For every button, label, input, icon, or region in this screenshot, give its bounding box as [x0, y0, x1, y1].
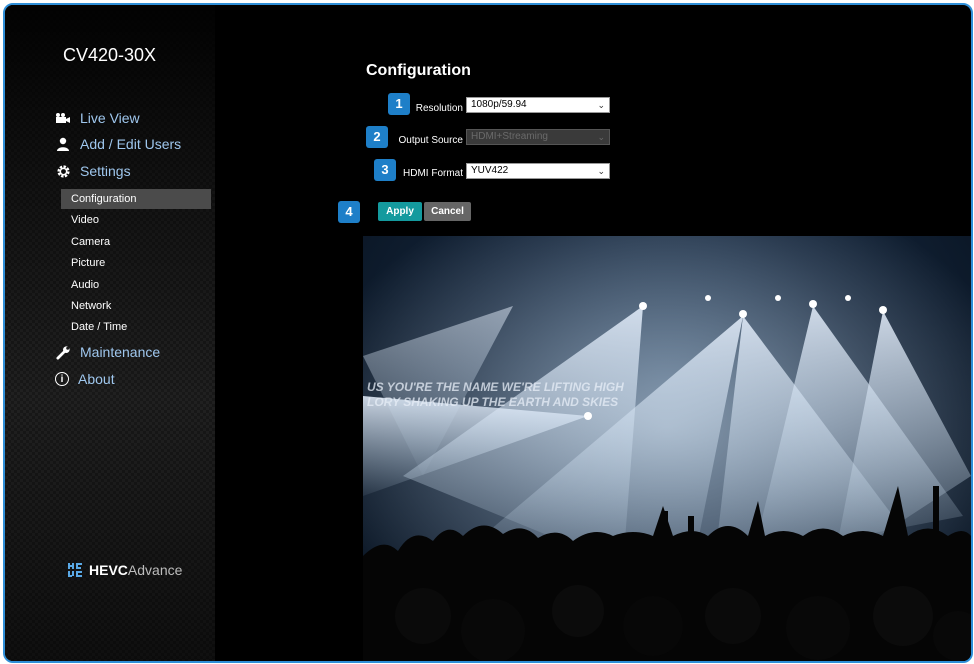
concert-stage-image: US YOU'RE THE NAME WE'RE LIFTING HIGH LO… [363, 236, 971, 661]
nav-live-view-label: Live View [80, 110, 140, 126]
hdmi-format-value: YUV422 [471, 165, 509, 176]
chevron-down-icon: ⌄ [597, 100, 605, 110]
hevc-advance-logo: HEVC Advance [67, 561, 182, 579]
user-icon [55, 136, 71, 152]
nav-sub-network[interactable]: Network [61, 296, 211, 316]
nav-sub-date-time[interactable]: Date / Time [61, 317, 211, 337]
hevc-logo-mark [68, 563, 82, 577]
hevc-logo-thin: Advance [127, 562, 183, 578]
nav-about[interactable]: i About [55, 369, 115, 389]
resolution-select[interactable]: 1080p/59.94 ⌄ [466, 97, 610, 113]
app-window: CV420-30X Live View Add / Edit Users Set… [3, 3, 973, 663]
camera-icon [55, 110, 71, 126]
hdmi-format-label: HDMI Format [403, 168, 463, 179]
nav-maintenance-label: Maintenance [80, 344, 161, 360]
nav-users-label: Add / Edit Users [80, 136, 182, 152]
nav-about-label: About [78, 371, 115, 387]
nav-maintenance[interactable]: Maintenance [55, 342, 160, 362]
output-source-select: HDMI+Streaming ⌄ [466, 129, 610, 145]
resolution-value: 1080p/59.94 [471, 99, 527, 110]
apply-button[interactable]: Apply [378, 202, 422, 221]
overlay-lyric-line-1: US YOU'RE THE NAME WE'RE LIFTING HIGH [367, 380, 624, 394]
resolution-label: Resolution [415, 103, 463, 114]
chevron-down-icon: ⌄ [597, 132, 605, 142]
chevron-down-icon: ⌄ [597, 166, 605, 176]
cancel-button[interactable]: Cancel [424, 202, 471, 221]
nav-sub-configuration[interactable]: Configuration [61, 189, 211, 209]
hdmi-format-select[interactable]: YUV422 ⌄ [466, 163, 610, 179]
nav-live-view[interactable]: Live View [55, 108, 140, 128]
gear-icon [55, 163, 71, 179]
callout-badge-3: 3 [374, 159, 396, 181]
callout-badge-4: 4 [338, 201, 360, 223]
output-source-label: Output Source [398, 135, 463, 146]
nav-settings-label: Settings [80, 163, 131, 179]
info-icon: i [55, 372, 69, 386]
nav-sub-picture[interactable]: Picture [61, 253, 211, 273]
nav-settings[interactable]: Settings [55, 161, 131, 181]
nav-sub-camera[interactable]: Camera [61, 232, 211, 252]
wrench-icon [55, 344, 71, 360]
live-preview: US YOU'RE THE NAME WE'RE LIFTING HIGH LO… [363, 236, 971, 661]
output-source-value: HDMI+Streaming [471, 131, 548, 142]
nav-add-edit-users[interactable]: Add / Edit Users [55, 134, 181, 154]
nav-sub-audio[interactable]: Audio [61, 275, 211, 295]
nav-sub-video[interactable]: Video [61, 210, 211, 230]
model-name: CV420-30X [63, 45, 157, 65]
hevc-logo-bold: HEVC [89, 562, 128, 578]
page-title: Configuration [366, 62, 471, 79]
overlay-lyric-line-2: LORY SHAKING UP THE EARTH AND SKIES [367, 395, 618, 409]
callout-badge-2: 2 [366, 126, 388, 148]
